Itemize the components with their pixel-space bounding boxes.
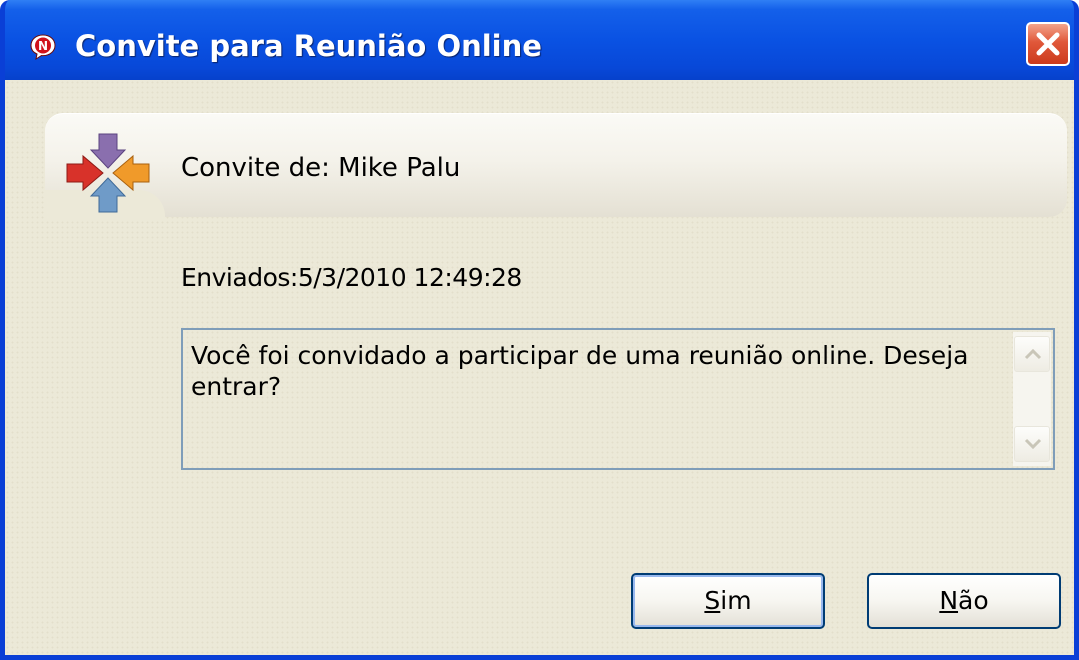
title-bar[interactable]: N Convite para Reunião Online	[5, 0, 1074, 80]
window-title: Convite para Reunião Online	[75, 29, 542, 63]
yes-mnemonic: S	[704, 586, 721, 615]
close-button[interactable]	[1026, 22, 1070, 66]
scroll-up-button[interactable]	[1014, 336, 1050, 372]
dialog-body: Convite de: Mike Palu Enviados:5/3/2010 …	[5, 80, 1074, 655]
no-button[interactable]: Não	[867, 573, 1061, 629]
svg-text:N: N	[38, 39, 48, 53]
novell-n-icon: N	[30, 34, 56, 61]
invite-from-text: Convite de: Mike Palu	[181, 153, 460, 183]
sent-row: Enviados:5/3/2010 12:49:28	[181, 263, 522, 292]
invite-from-label: Convite de:	[181, 153, 330, 183]
message-textarea[interactable]: Você foi convidado a participar de uma r…	[181, 328, 1055, 470]
chevron-up-icon	[1024, 348, 1042, 360]
chevron-down-icon	[1024, 438, 1042, 450]
scroll-down-button[interactable]	[1014, 426, 1050, 462]
meeting-arrows-icon	[66, 133, 150, 213]
yes-button[interactable]: Sim	[631, 573, 825, 629]
message-scrollbar[interactable]	[1013, 332, 1051, 466]
dialog-window: N Convite para Reunião Online Convite de…	[0, 0, 1079, 660]
sent-datetime: 5/3/2010 12:49:28	[297, 263, 523, 292]
no-mnemonic: N	[939, 586, 959, 615]
close-x-icon	[1036, 32, 1060, 56]
message-text: Você foi convidado a participar de uma r…	[191, 341, 969, 401]
invite-from-name: Mike Palu	[338, 153, 461, 183]
yes-label-rest: im	[720, 586, 752, 615]
sent-label: Enviados:	[181, 263, 298, 292]
no-label-rest: ão	[958, 586, 989, 615]
